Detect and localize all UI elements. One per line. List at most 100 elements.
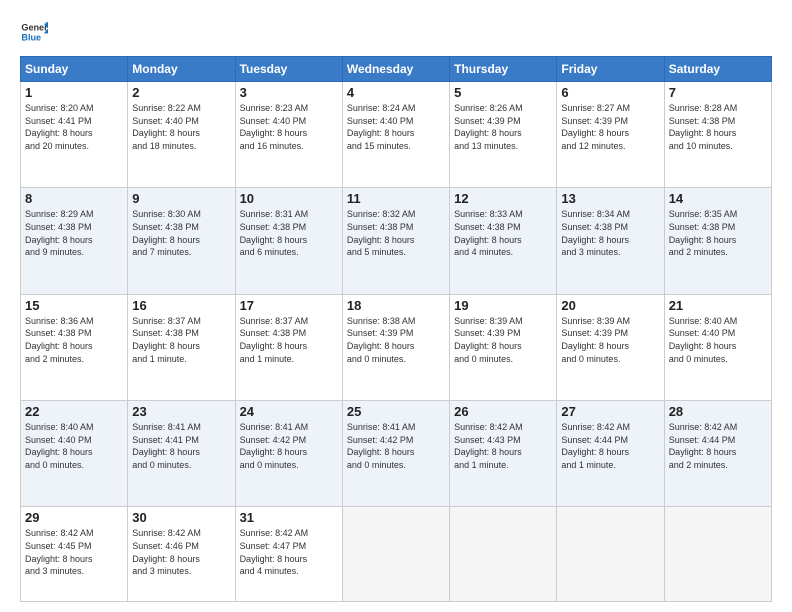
calendar-cell: [342, 507, 449, 602]
day-info: Sunrise: 8:30 AM Sunset: 4:38 PM Dayligh…: [132, 208, 230, 258]
calendar-cell: 20Sunrise: 8:39 AM Sunset: 4:39 PM Dayli…: [557, 294, 664, 400]
day-info: Sunrise: 8:32 AM Sunset: 4:38 PM Dayligh…: [347, 208, 445, 258]
day-info: Sunrise: 8:24 AM Sunset: 4:40 PM Dayligh…: [347, 102, 445, 152]
day-number: 9: [132, 191, 230, 206]
calendar-cell: [664, 507, 771, 602]
day-number: 3: [240, 85, 338, 100]
calendar-cell: 11 Sunrise: 8:32 AM Sunset: 4:38 PM Dayli…: [342, 188, 449, 294]
day-number: 24: [240, 404, 338, 419]
calendar-cell: 2 Sunrise: 8:22 AM Sunset: 4:40 PM Daylig…: [128, 82, 235, 188]
page: General Blue SundayMondayTuesdayWednesda…: [0, 0, 792, 612]
logo: General Blue: [20, 18, 52, 46]
day-info: Sunrise: 8:42 AM Sunset: 4:44 PM Dayligh…: [561, 421, 659, 471]
calendar-week-row: 8Sunrise: 8:29 AM Sunset: 4:38 PM Daylig…: [21, 188, 772, 294]
calendar-cell: 28 Sunrise: 8:42 AM Sunset: 4:44 PM Dayli…: [664, 401, 771, 507]
day-info: Sunrise: 8:35 AM Sunset: 4:38 PM Dayligh…: [669, 208, 767, 258]
day-number: 22: [25, 404, 123, 419]
calendar-cell: 27Sunrise: 8:42 AM Sunset: 4:44 PM Dayli…: [557, 401, 664, 507]
calendar-cell: 17Sunrise: 8:37 AM Sunset: 4:38 PM Dayli…: [235, 294, 342, 400]
day-info: Sunrise: 8:28 AM Sunset: 4:38 PM Dayligh…: [669, 102, 767, 152]
calendar-table: SundayMondayTuesdayWednesdayThursdayFrid…: [20, 56, 772, 602]
day-info: Sunrise: 8:22 AM Sunset: 4:40 PM Dayligh…: [132, 102, 230, 152]
day-info: Sunrise: 8:39 AM Sunset: 4:39 PM Dayligh…: [454, 315, 552, 365]
day-number: 29: [25, 510, 123, 525]
day-number: 2: [132, 85, 230, 100]
day-number: 1: [25, 85, 123, 100]
day-number: 21: [669, 298, 767, 313]
day-info: Sunrise: 8:36 AM Sunset: 4:38 PM Dayligh…: [25, 315, 123, 365]
day-info: Sunrise: 8:42 AM Sunset: 4:47 PM Dayligh…: [240, 527, 338, 577]
calendar-cell: 24 Sunrise: 8:41 AM Sunset: 4:42 PM Dayli…: [235, 401, 342, 507]
day-info: Sunrise: 8:42 AM Sunset: 4:45 PM Dayligh…: [25, 527, 123, 577]
day-header-tuesday: Tuesday: [235, 57, 342, 82]
calendar-cell: [450, 507, 557, 602]
calendar-cell: 4 Sunrise: 8:24 AM Sunset: 4:40 PM Daylig…: [342, 82, 449, 188]
day-info: Sunrise: 8:41 AM Sunset: 4:41 PM Dayligh…: [132, 421, 230, 471]
day-number: 13: [561, 191, 659, 206]
day-info: Sunrise: 8:41 AM Sunset: 4:42 PM Dayligh…: [240, 421, 338, 471]
day-number: 11: [347, 191, 445, 206]
calendar-week-row: 15Sunrise: 8:36 AM Sunset: 4:38 PM Dayli…: [21, 294, 772, 400]
day-info: Sunrise: 8:41 AM Sunset: 4:42 PM Dayligh…: [347, 421, 445, 471]
day-info: Sunrise: 8:33 AM Sunset: 4:38 PM Dayligh…: [454, 208, 552, 258]
svg-text:Blue: Blue: [21, 32, 41, 42]
day-number: 12: [454, 191, 552, 206]
calendar-header-row: SundayMondayTuesdayWednesdayThursdayFrid…: [21, 57, 772, 82]
calendar-week-row: 22 Sunrise: 8:40 AM Sunset: 4:40 PM Dayli…: [21, 401, 772, 507]
day-info: Sunrise: 8:27 AM Sunset: 4:39 PM Dayligh…: [561, 102, 659, 152]
calendar-cell: 30 Sunrise: 8:42 AM Sunset: 4:46 PM Dayli…: [128, 507, 235, 602]
calendar-cell: 31Sunrise: 8:42 AM Sunset: 4:47 PM Dayli…: [235, 507, 342, 602]
day-info: Sunrise: 8:40 AM Sunset: 4:40 PM Dayligh…: [669, 315, 767, 365]
day-number: 19: [454, 298, 552, 313]
day-info: Sunrise: 8:26 AM Sunset: 4:39 PM Dayligh…: [454, 102, 552, 152]
calendar-cell: 13Sunrise: 8:34 AM Sunset: 4:38 PM Dayli…: [557, 188, 664, 294]
calendar-cell: 19 Sunrise: 8:39 AM Sunset: 4:39 PM Dayli…: [450, 294, 557, 400]
calendar-week-row: 29 Sunrise: 8:42 AM Sunset: 4:45 PM Dayli…: [21, 507, 772, 602]
calendar-cell: 14 Sunrise: 8:35 AM Sunset: 4:38 PM Dayli…: [664, 188, 771, 294]
day-info: Sunrise: 8:38 AM Sunset: 4:39 PM Dayligh…: [347, 315, 445, 365]
day-number: 20: [561, 298, 659, 313]
day-number: 6: [561, 85, 659, 100]
day-number: 18: [347, 298, 445, 313]
calendar-cell: 21 Sunrise: 8:40 AM Sunset: 4:40 PM Dayli…: [664, 294, 771, 400]
day-info: Sunrise: 8:42 AM Sunset: 4:43 PM Dayligh…: [454, 421, 552, 471]
calendar-cell: 10 Sunrise: 8:31 AM Sunset: 4:38 PM Dayli…: [235, 188, 342, 294]
calendar-week-row: 1 Sunrise: 8:20 AM Sunset: 4:41 PM Daylig…: [21, 82, 772, 188]
day-info: Sunrise: 8:42 AM Sunset: 4:46 PM Dayligh…: [132, 527, 230, 577]
day-number: 25: [347, 404, 445, 419]
svg-text:General: General: [21, 23, 48, 33]
calendar-cell: 15Sunrise: 8:36 AM Sunset: 4:38 PM Dayli…: [21, 294, 128, 400]
calendar-cell: 7Sunrise: 8:28 AM Sunset: 4:38 PM Daylig…: [664, 82, 771, 188]
calendar-cell: [557, 507, 664, 602]
day-info: Sunrise: 8:40 AM Sunset: 4:40 PM Dayligh…: [25, 421, 123, 471]
day-info: Sunrise: 8:37 AM Sunset: 4:38 PM Dayligh…: [132, 315, 230, 365]
calendar-cell: 5 Sunrise: 8:26 AM Sunset: 4:39 PM Daylig…: [450, 82, 557, 188]
calendar-cell: 8Sunrise: 8:29 AM Sunset: 4:38 PM Daylig…: [21, 188, 128, 294]
day-number: 23: [132, 404, 230, 419]
calendar-cell: 16 Sunrise: 8:37 AM Sunset: 4:38 PM Dayli…: [128, 294, 235, 400]
day-header-sunday: Sunday: [21, 57, 128, 82]
calendar-cell: 6 Sunrise: 8:27 AM Sunset: 4:39 PM Daylig…: [557, 82, 664, 188]
day-number: 4: [347, 85, 445, 100]
calendar-cell: 3 Sunrise: 8:23 AM Sunset: 4:40 PM Daylig…: [235, 82, 342, 188]
day-info: Sunrise: 8:42 AM Sunset: 4:44 PM Dayligh…: [669, 421, 767, 471]
day-number: 30: [132, 510, 230, 525]
day-info: Sunrise: 8:37 AM Sunset: 4:38 PM Dayligh…: [240, 315, 338, 365]
logo-icon: General Blue: [20, 18, 48, 46]
day-number: 5: [454, 85, 552, 100]
calendar-cell: 9 Sunrise: 8:30 AM Sunset: 4:38 PM Daylig…: [128, 188, 235, 294]
day-info: Sunrise: 8:29 AM Sunset: 4:38 PM Dayligh…: [25, 208, 123, 258]
day-header-thursday: Thursday: [450, 57, 557, 82]
day-header-saturday: Saturday: [664, 57, 771, 82]
day-number: 10: [240, 191, 338, 206]
calendar-cell: 29 Sunrise: 8:42 AM Sunset: 4:45 PM Dayli…: [21, 507, 128, 602]
calendar-cell: 23 Sunrise: 8:41 AM Sunset: 4:41 PM Dayli…: [128, 401, 235, 507]
day-number: 28: [669, 404, 767, 419]
calendar-cell: 25 Sunrise: 8:41 AM Sunset: 4:42 PM Dayli…: [342, 401, 449, 507]
day-number: 26: [454, 404, 552, 419]
day-info: Sunrise: 8:20 AM Sunset: 4:41 PM Dayligh…: [25, 102, 123, 152]
day-number: 16: [132, 298, 230, 313]
day-info: Sunrise: 8:23 AM Sunset: 4:40 PM Dayligh…: [240, 102, 338, 152]
day-number: 14: [669, 191, 767, 206]
day-info: Sunrise: 8:31 AM Sunset: 4:38 PM Dayligh…: [240, 208, 338, 258]
